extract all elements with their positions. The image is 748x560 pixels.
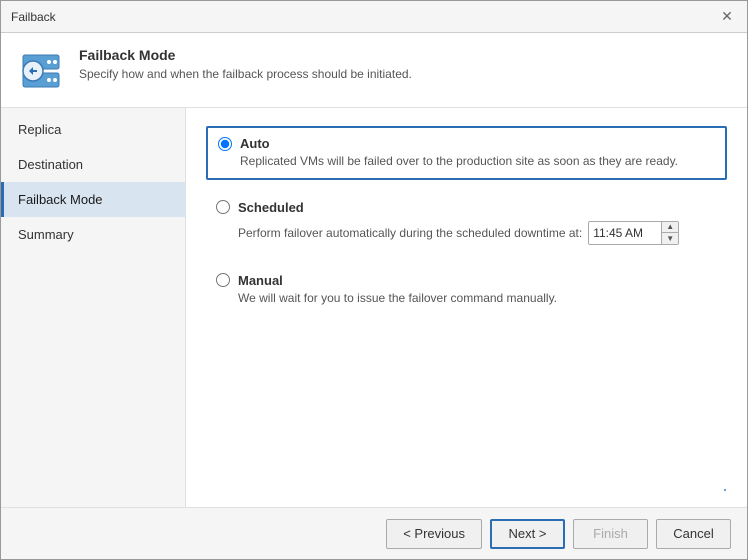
option-scheduled: Scheduled Perform failover automatically… [206, 192, 727, 253]
sidebar: Replica Destination Failback Mode Summar… [1, 108, 186, 507]
option-scheduled-label-row: Scheduled [216, 200, 717, 215]
header-title: Failback Mode [79, 47, 412, 63]
header-description: Specify how and when the failback proces… [79, 67, 412, 81]
decorative-dot: · [722, 479, 728, 500]
time-input-wrapper: ▲ ▼ [588, 221, 679, 245]
option-auto: Auto Replicated VMs will be failed over … [206, 126, 727, 180]
radio-auto[interactable] [218, 137, 232, 151]
scheduled-row: Perform failover automatically during th… [238, 221, 717, 245]
option-manual-label: Manual [238, 273, 283, 288]
option-manual: Manual We will wait for you to issue the… [206, 265, 727, 315]
time-input[interactable] [589, 222, 661, 244]
option-manual-desc: We will wait for you to issue the failov… [238, 290, 717, 307]
option-auto-desc: Replicated VMs will be failed over to th… [240, 153, 715, 170]
sidebar-item-destination[interactable]: Destination [1, 147, 185, 182]
scheduled-desc: Perform failover automatically during th… [238, 226, 582, 240]
header-icon [17, 47, 65, 95]
window-title: Failback [11, 10, 56, 24]
content: Replica Destination Failback Mode Summar… [1, 108, 747, 507]
header: Failback Mode Specify how and when the f… [1, 33, 747, 108]
title-bar: Failback ✕ [1, 1, 747, 33]
cancel-button[interactable]: Cancel [656, 519, 731, 549]
footer: < Previous Next > Finish Cancel [1, 507, 747, 559]
title-bar-left: Failback [11, 10, 56, 24]
radio-scheduled[interactable] [216, 200, 230, 214]
option-manual-label-row: Manual [216, 273, 717, 288]
time-spin-down[interactable]: ▼ [662, 233, 678, 244]
radio-manual[interactable] [216, 273, 230, 287]
main-content: Auto Replicated VMs will be failed over … [186, 108, 747, 507]
option-auto-label-row: Auto [218, 136, 715, 151]
time-spinner: ▲ ▼ [661, 222, 678, 244]
close-button[interactable]: ✕ [717, 7, 737, 27]
sidebar-item-summary[interactable]: Summary [1, 217, 185, 252]
time-spin-up[interactable]: ▲ [662, 222, 678, 234]
option-scheduled-label: Scheduled [238, 200, 304, 215]
option-auto-label: Auto [240, 136, 270, 151]
sidebar-item-failback-mode[interactable]: Failback Mode [1, 182, 185, 217]
option-group: Auto Replicated VMs will be failed over … [206, 126, 727, 315]
sidebar-item-replica[interactable]: Replica [1, 112, 185, 147]
finish-button[interactable]: Finish [573, 519, 648, 549]
header-text: Failback Mode Specify how and when the f… [79, 47, 412, 81]
window: Failback ✕ Failback Mode Specify how and… [0, 0, 748, 560]
previous-button[interactable]: < Previous [386, 519, 482, 549]
next-button[interactable]: Next > [490, 519, 565, 549]
